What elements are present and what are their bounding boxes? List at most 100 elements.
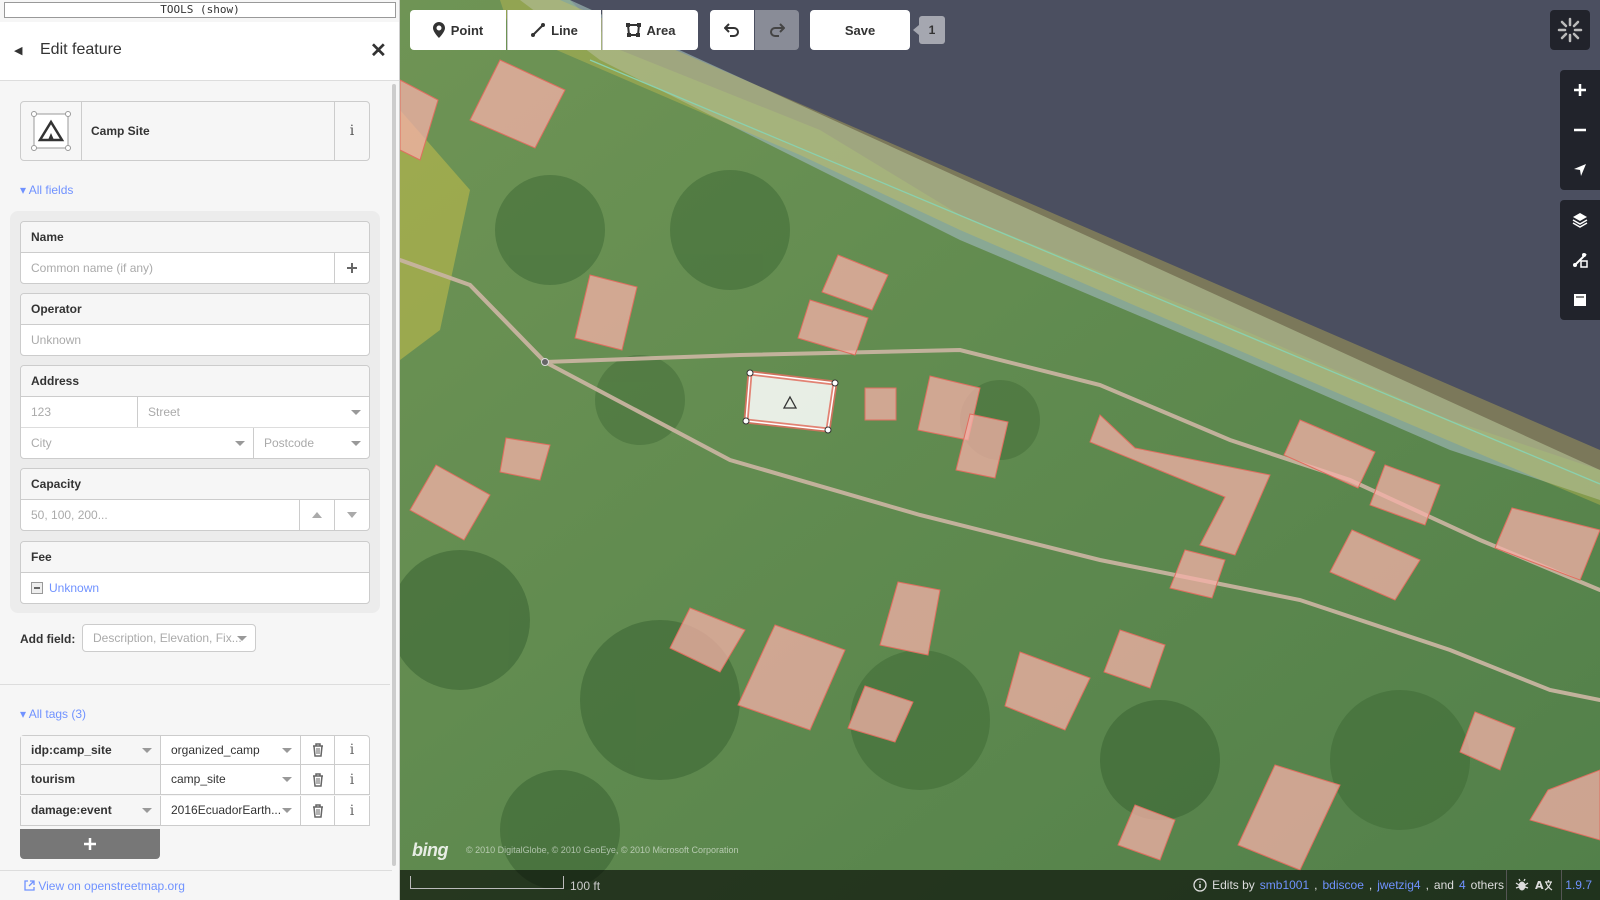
undo-button[interactable] [710, 10, 754, 50]
postcode-combo[interactable]: Postcode [253, 428, 369, 458]
add-tag-button[interactable] [20, 829, 160, 859]
tag-key-input[interactable]: damage:event [21, 796, 161, 825]
redo-button[interactable] [755, 10, 799, 50]
chevron-down-icon [142, 748, 152, 753]
bing-logo: bing [412, 840, 449, 860]
view-on-osm-link[interactable]: View on openstreetmap.org [24, 879, 185, 893]
help-icon[interactable]: i [335, 796, 369, 825]
point-icon [432, 22, 445, 38]
address-field: Address 123 Street City Postcode [20, 365, 370, 459]
tag-value-input[interactable]: organized_camp [161, 736, 301, 764]
tag-key-input[interactable]: idp:camp_site [21, 736, 161, 764]
operator-field: Operator Unknown [20, 293, 370, 356]
add-area-label: Area [646, 22, 676, 38]
housenumber-input[interactable]: 123 [21, 397, 137, 427]
version-label[interactable]: 1.9.7 [1565, 878, 1592, 892]
sidebar-header: ◀ Edit feature ✕ [0, 22, 399, 81]
chevron-down-icon [237, 636, 247, 641]
fee-checkbox[interactable]: Unknown [21, 573, 369, 603]
divider [0, 684, 390, 685]
background-layers-button[interactable] [1560, 200, 1600, 240]
add-area-button[interactable]: Area [602, 10, 698, 50]
tag-value-input[interactable]: camp_site [161, 765, 301, 794]
history-panel-button[interactable] [1560, 280, 1600, 320]
tag-row: idp:camp_site organized_camp i [20, 735, 370, 765]
tag-key: damage:event [31, 803, 112, 817]
street-combo[interactable]: Street [137, 397, 369, 427]
indeterminate-checkbox-icon [31, 582, 43, 594]
capacity-label: Capacity [21, 469, 369, 500]
all-tags-label: All tags (3) [28, 707, 87, 721]
all-tags-toggle[interactable]: ▾ All tags (3) [20, 707, 86, 721]
tag-value-input[interactable]: 2016EcuadorEarth... [161, 796, 301, 825]
delete-tag-button[interactable] [301, 765, 335, 794]
decrement-button[interactable] [334, 500, 369, 530]
zoom-out-icon [1574, 128, 1586, 132]
street-placeholder: Street [148, 405, 181, 419]
plus-icon [347, 263, 357, 273]
geolocate-icon [1574, 164, 1586, 176]
bug-icon[interactable] [1515, 878, 1529, 892]
preset-selector[interactable]: Camp Site i [20, 101, 370, 161]
info-icon[interactable]: i [334, 102, 369, 160]
chevron-down-icon [351, 410, 361, 415]
others-count-link[interactable]: 4 [1459, 878, 1466, 892]
svg-text:A: A [1535, 879, 1544, 892]
help-icon[interactable]: i [335, 765, 369, 794]
name-input[interactable]: Common name (if any) [21, 253, 334, 283]
city-placeholder: City [31, 436, 52, 450]
osm-link-bar: View on openstreetmap.org [0, 870, 392, 900]
contributor-link[interactable]: bdiscoe [1323, 878, 1364, 892]
delete-tag-button[interactable] [301, 736, 335, 764]
chevron-down-icon [282, 808, 292, 813]
all-fields-toggle[interactable]: ▾ All fields [20, 183, 73, 197]
capacity-input[interactable]: 50, 100, 200... [21, 500, 299, 530]
footer-tools: A [1506, 870, 1562, 900]
geolocate-button[interactable] [1560, 150, 1600, 190]
comma: , [1314, 878, 1318, 892]
redo-icon [770, 23, 785, 37]
scale-label: 100 ft [570, 879, 601, 893]
delete-tag-button[interactable] [301, 796, 335, 825]
contributor-link[interactable]: jwetzig4 [1377, 878, 1420, 892]
add-line-button[interactable]: Line [507, 10, 601, 50]
operator-input[interactable]: Unknown [21, 325, 369, 355]
fee-label: Fee [21, 542, 369, 573]
map-canvas[interactable]: Point Line Area Save 1 bing © 2010 Digit… [400, 0, 1600, 900]
translate-icon[interactable]: A [1535, 878, 1553, 892]
edit-count-badge: 1 [913, 16, 945, 44]
sidebar: TOOLS (show) ◀ Edit feature ✕ Camp Site … [0, 0, 400, 900]
scale-bar[interactable] [410, 876, 564, 889]
chevron-down-icon [282, 777, 292, 782]
zoom-out-button[interactable] [1560, 110, 1600, 150]
scrollbar[interactable] [392, 84, 396, 866]
close-button[interactable]: ✕ [370, 38, 387, 63]
preset-icon-box[interactable] [21, 102, 82, 160]
contributor-link[interactable]: smb1001 [1260, 878, 1309, 892]
layers-icon [1572, 213, 1588, 228]
help-icon[interactable]: i [335, 736, 369, 764]
map-data-button[interactable] [1560, 240, 1600, 280]
add-point-button[interactable]: Point [410, 10, 506, 50]
postcode-placeholder: Postcode [264, 436, 315, 450]
selected-campsite-area [742, 369, 839, 434]
back-icon[interactable]: ◀ [14, 44, 22, 57]
contributors-info: Edits by smb1001, bdiscoe, jwetzig4, and… [1193, 878, 1504, 892]
tag-value: organized_camp [171, 743, 260, 757]
city-combo[interactable]: City [21, 428, 253, 458]
and-label: and [1433, 878, 1454, 892]
save-button[interactable]: Save [810, 10, 910, 50]
tag-key: idp:camp_site [31, 743, 112, 757]
all-fields-label: All fields [28, 183, 74, 197]
plus-icon [84, 838, 96, 850]
chevron-down-icon [347, 512, 357, 518]
tag-row: tourism camp_site i [20, 765, 370, 795]
add-field-placeholder: Description, Elevation, Fix... [93, 631, 242, 645]
tag-key-input[interactable]: tourism [21, 765, 161, 794]
add-localized-name-button[interactable] [334, 253, 369, 283]
increment-button[interactable] [299, 500, 334, 530]
tools-toggle[interactable]: TOOLS (show) [4, 2, 396, 18]
zoom-in-button[interactable] [1560, 70, 1600, 110]
add-field-combo[interactable]: Description, Elevation, Fix... [82, 624, 256, 652]
fee-value: Unknown [49, 581, 100, 595]
